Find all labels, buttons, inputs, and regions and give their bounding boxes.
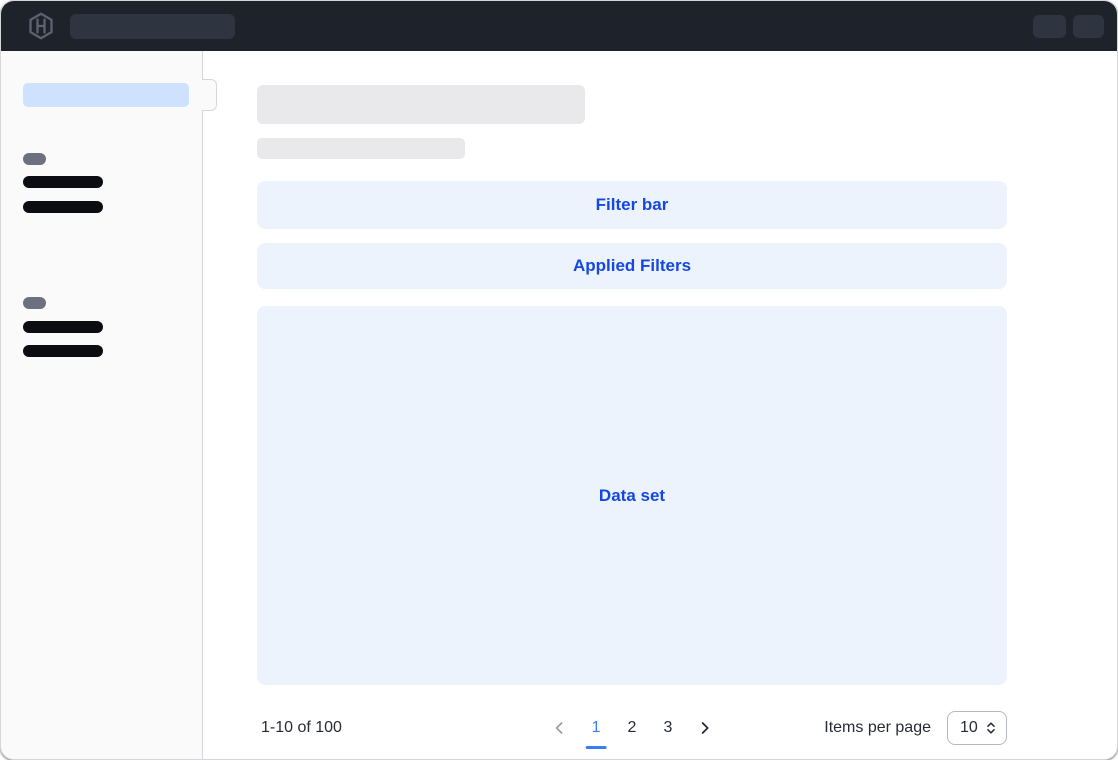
app-window: Filter bar Applied Filters Data set 1-10… [0,0,1118,760]
applied-filters-label: Applied Filters [573,256,691,276]
data-set-region[interactable]: Data set [257,306,1007,685]
pagination: 1-10 of 100 1 2 3 Items per page [257,706,1007,750]
previous-page-button[interactable] [549,716,571,740]
sidebar-item-skeleton[interactable] [23,345,103,357]
sidebar-section-label-skeleton [23,153,46,165]
topbar-action-button-2[interactable] [1073,15,1104,38]
pagination-nav: 1 2 3 [549,716,716,740]
sidebar-active-item-skeleton[interactable] [23,83,189,107]
page-3-button[interactable]: 3 [657,716,678,740]
search-placeholder[interactable] [70,14,235,39]
topbar-action-button-1[interactable] [1033,15,1066,38]
data-set-label: Data set [599,486,665,506]
page-1-button[interactable]: 1 [586,716,607,740]
next-page-button[interactable] [693,716,715,740]
items-per-page-select[interactable]: 10 [947,711,1007,745]
applied-filters-region[interactable]: Applied Filters [257,243,1007,289]
sidebar-collapse-handle[interactable] [202,79,217,111]
page-title-skeleton [257,85,585,124]
items-per-page: Items per page 10 [824,711,1007,745]
sidebar-item-skeleton[interactable] [23,321,103,333]
sidebar-section-label-skeleton [23,297,46,309]
items-per-page-label: Items per page [824,719,931,737]
main-content: Filter bar Applied Filters Data set 1-10… [203,51,1117,759]
sidebar [1,51,203,759]
chevron-left-icon [552,720,568,736]
chevrons-up-down-icon [984,721,998,735]
pagination-range-text: 1-10 of 100 [261,719,342,737]
page-subtitle-skeleton [257,138,465,159]
page-2-button[interactable]: 2 [622,716,643,740]
filter-bar-label: Filter bar [596,195,669,215]
sidebar-item-skeleton[interactable] [23,201,103,213]
top-navigation-bar [1,1,1117,51]
sidebar-item-skeleton[interactable] [23,176,103,188]
items-per-page-value: 10 [960,719,978,737]
hashicorp-logo-icon [27,12,55,40]
chevron-right-icon [696,720,712,736]
filter-bar-region[interactable]: Filter bar [257,181,1007,229]
